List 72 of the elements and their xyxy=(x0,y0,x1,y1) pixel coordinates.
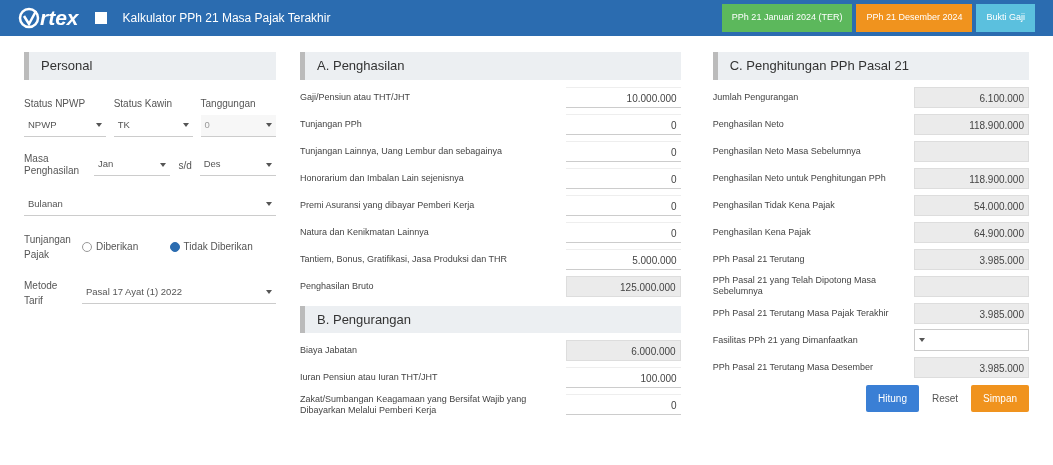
caret-icon xyxy=(95,123,102,127)
field-label: PPh Pasal 21 yang Telah Dipotong Masa Sebelumnya xyxy=(712,275,878,297)
section-header: B. Pengurangan xyxy=(300,305,681,333)
field-label: Penghasilan Neto Masa Sebelumnya xyxy=(712,145,862,157)
field-label: Honorarium dan Imbalan Lain sejenisnya xyxy=(300,172,465,184)
separator-text: s/d xyxy=(178,158,192,173)
field-label: Status Kawin xyxy=(113,96,173,111)
number-field[interactable]: 118.900.000 xyxy=(914,167,1029,189)
field-label: Penghasilan Kena Pajak xyxy=(712,226,812,238)
caret-icon xyxy=(266,202,273,206)
field-label: Jumlah Pengurangan xyxy=(712,91,800,103)
field-label: Metode Tarif xyxy=(24,278,59,308)
number-field[interactable]: 5.000.000 xyxy=(565,248,681,270)
field-label: Natura dan Kenikmatan Lainnya xyxy=(300,226,430,238)
caret-icon xyxy=(182,123,189,127)
number-field[interactable]: 10.000.000 xyxy=(565,86,681,108)
radio-label: Tidak Diberikan xyxy=(183,240,253,254)
radio-label: Diberikan xyxy=(96,240,139,254)
field-label: Tunjangan Pajak xyxy=(24,232,72,262)
number-field[interactable]: 0 xyxy=(565,394,681,415)
field-label: Tanggungan xyxy=(200,96,257,111)
number-field[interactable]: 125.000.000 xyxy=(565,275,681,297)
number-field[interactable]: 6.100.000 xyxy=(914,86,1029,108)
number-field[interactable]: 100.000 xyxy=(565,367,681,388)
caret-icon xyxy=(266,162,273,167)
radio-button[interactable] xyxy=(169,241,180,252)
select-field[interactable] xyxy=(914,329,1029,351)
logo-icon xyxy=(18,7,40,29)
field-label: Masa Penghasilan xyxy=(24,152,81,178)
field-label: Premi Asuransi yang dibayar Pemberi Kerja xyxy=(300,199,476,211)
section-header: C. Penghitungan PPh Pasal 21 xyxy=(712,52,1029,80)
field-label: Gaji/Pensiun atau THT/JHT xyxy=(300,91,411,103)
field-label: Penghasilan Neto untuk Penghitungan PPh xyxy=(712,172,887,184)
caret-icon xyxy=(919,338,925,342)
field-label: Status NPWP xyxy=(24,96,87,111)
number-field[interactable]: 0 xyxy=(565,167,681,189)
field-label: PPh Pasal 21 Terutang Masa Pajak Terakhir xyxy=(712,307,890,319)
field-label: Iuran Pensiun atau Iuran THT/JHT xyxy=(300,372,439,383)
number-field[interactable] xyxy=(914,140,1029,162)
number-field[interactable]: 3.985.000 xyxy=(914,248,1029,270)
number-field[interactable]: 0 xyxy=(565,113,681,135)
number-field[interactable]: 0 xyxy=(565,140,681,162)
number-field[interactable]: 118.900.000 xyxy=(914,113,1029,135)
number-field[interactable]: 3.985.000 xyxy=(914,302,1029,324)
number-field[interactable]: 6.000.000 xyxy=(565,340,681,361)
caret-icon xyxy=(266,123,273,127)
caret-icon xyxy=(266,290,273,294)
number-field[interactable]: 0 xyxy=(565,194,681,216)
calculator-icon xyxy=(94,12,107,24)
number-field[interactable]: 54.000.000 xyxy=(914,194,1029,216)
number-field[interactable]: 64.900.000 xyxy=(914,221,1029,243)
field-label: Biaya Jabatan xyxy=(300,345,359,356)
field-label: Fasilitas PPh 21 yang Dimanfaatkan xyxy=(712,334,859,346)
field-label: PPh Pasal 21 Terutang xyxy=(712,253,806,265)
field-label: Penghasilan Bruto xyxy=(300,280,375,292)
field-label: Tunjangan Lainnya, Uang Lembur dan sebagainya xyxy=(300,145,503,157)
hitung-button[interactable]: Hitung xyxy=(866,384,919,412)
caret-icon xyxy=(160,162,167,167)
field-label: PPh Pasal 21 Terutang Masa Desember xyxy=(712,361,875,373)
field-label: Penghasilan Tidak Kena Pajak xyxy=(712,199,836,211)
page-title: Kalkulator PPh 21 Masa Pajak Terakhir xyxy=(122,10,331,27)
reset-link[interactable]: Reset xyxy=(926,384,964,412)
field-label: Penghasilan Neto xyxy=(712,118,785,130)
field-label: Tunjangan PPh xyxy=(300,118,363,130)
field-label: Tantiem, Bonus, Gratifikasi, Jasa Produksi dan THR xyxy=(300,253,508,265)
section-header: A. Penghasilan xyxy=(300,52,681,80)
number-field[interactable]: 3.985.000 xyxy=(914,356,1029,378)
logo-text: rtex xyxy=(40,5,79,32)
section-header: Personal xyxy=(24,52,277,80)
field-label: Zakat/Sumbangan Keagamaan yang Bersifat Wajib yang Dibayarkan Melalui Pemberi Kerja xyxy=(300,393,528,416)
number-field[interactable] xyxy=(914,275,1029,297)
number-field[interactable]: 0 xyxy=(565,221,681,243)
